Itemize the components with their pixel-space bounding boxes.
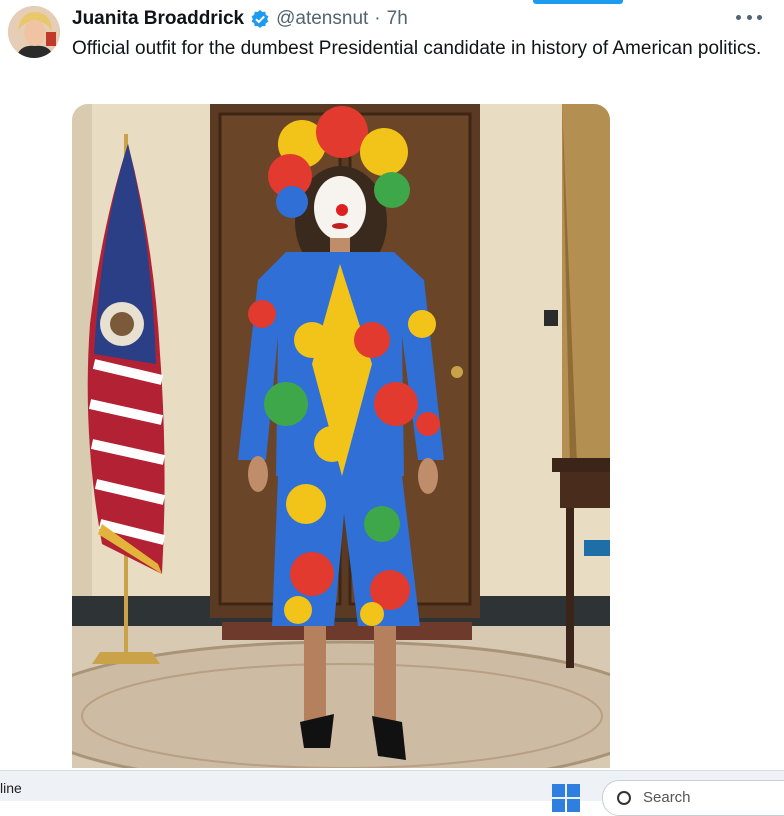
taskbar-label[interactable]: line <box>0 780 22 796</box>
avatar[interactable] <box>8 6 60 58</box>
separator-dot: · <box>374 8 381 29</box>
active-tab-indicator <box>533 0 623 4</box>
tweet-media-image[interactable] <box>72 104 610 768</box>
more-options-icon[interactable] <box>736 10 762 24</box>
timestamp[interactable]: 7h <box>387 8 408 30</box>
tweet-header: Juanita Broaddrick @atensnut · 7h <box>72 6 408 32</box>
taskbar-search-box[interactable]: Search <box>602 780 784 816</box>
search-icon <box>617 791 631 805</box>
display-name[interactable]: Juanita Broaddrick <box>72 8 244 30</box>
verified-badge-icon <box>250 9 270 29</box>
windows-start-icon[interactable] <box>552 784 580 812</box>
search-placeholder: Search <box>643 789 691 806</box>
tweet-text: Official outfit for the dumbest Presiden… <box>72 38 762 59</box>
handle[interactable]: @atensnut <box>276 8 368 30</box>
